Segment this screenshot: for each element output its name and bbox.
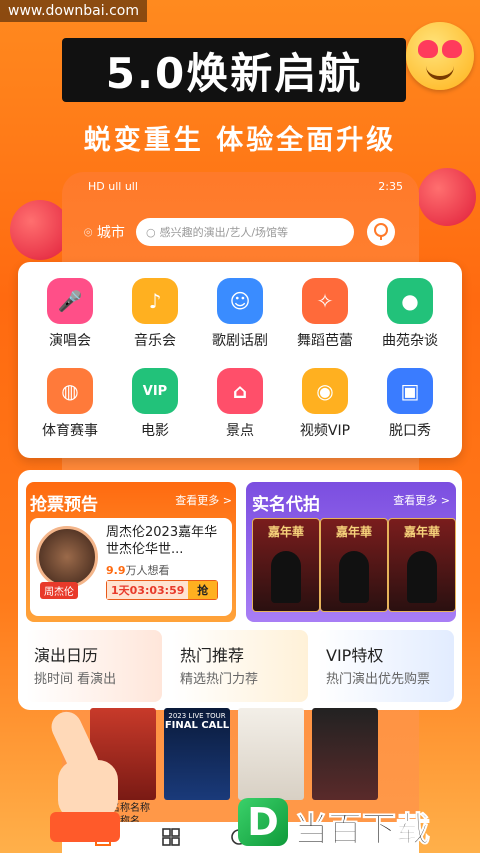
ticket-preview-more-link[interactable]: 查看更多 >: [175, 492, 232, 508]
category-concert[interactable]: 🎤 演唱会: [30, 278, 110, 350]
tile-subtitle: 热门演出优先购票: [326, 672, 431, 687]
show-poster[interactable]: 2023 LIVE TOUR FINAL CALL: [164, 708, 230, 800]
poster-title: 嘉年華: [403, 525, 440, 539]
tile-subtitle: 挑时间 看演出: [34, 672, 117, 687]
realname-heading: 实名代拍: [252, 495, 320, 515]
category-quyi[interactable]: ● 曲苑杂谈: [370, 278, 450, 350]
category-label: 脱口秀: [389, 423, 431, 439]
heart-icon: [10, 200, 70, 260]
countdown-timer: 1天03:03:59: [107, 581, 189, 599]
search-placeholder: 感兴趣的演出/艺人/场馆等: [159, 226, 289, 239]
tile-subtitle: 精选热门力荐: [180, 672, 259, 687]
show-poster-list: 2023 LIVE TOUR FINAL CALL: [90, 708, 390, 803]
basketball-icon: ◍: [47, 368, 93, 414]
landmark-icon: ⌂: [217, 368, 263, 414]
tile-show-calendar[interactable]: 演出日历 挑时间 看演出: [26, 630, 162, 702]
want-count-number: 9.9: [106, 564, 126, 577]
map-location-button[interactable]: [367, 218, 395, 246]
category-label: 曲苑杂谈: [382, 333, 438, 349]
film-reel-icon: ◉: [302, 368, 348, 414]
poster-subtitle: 2023 LIVE TOUR: [168, 712, 226, 720]
ticket-item[interactable]: 周杰伦 周杰伦2023嘉年华世杰伦华世... 9.9万人想看 1天03:03:5…: [30, 518, 232, 616]
category-attractions[interactable]: ⌂ 景点: [200, 368, 280, 440]
realname-poster[interactable]: 嘉年華: [252, 518, 320, 612]
theater-mask-icon: ☺: [217, 278, 263, 324]
category-talk-show[interactable]: ▣ 脱口秀: [370, 368, 450, 440]
tile-hot-recommend[interactable]: 热门推荐 精选热门力荐: [172, 630, 308, 702]
realname-more-link[interactable]: 查看更多 >: [393, 492, 450, 508]
vip-crown-icon: VIP: [132, 368, 178, 414]
signal-indicator: HD ull ull: [88, 180, 138, 193]
search-icon: ○: [146, 225, 156, 239]
category-label: 体育赛事: [42, 423, 98, 439]
category-music[interactable]: ♪ 音乐会: [115, 278, 195, 350]
downbai-d-icon: D: [238, 798, 288, 846]
tv-icon: ▣: [387, 368, 433, 414]
thumbs-up-hand-icon: [40, 700, 130, 842]
poster-title: FINAL CALL: [164, 720, 230, 731]
category-label: 演唱会: [49, 333, 91, 349]
tile-vip-privilege[interactable]: VIP特权 热门演出优先购票: [318, 630, 454, 702]
heart-eyes-emoji-icon: [406, 22, 474, 90]
microphone-icon: 🎤: [47, 278, 93, 324]
category-label: 电影: [141, 423, 169, 439]
piano-icon: ♪: [132, 278, 178, 324]
promo-title: 5.0焕新启航: [62, 38, 406, 102]
ballet-icon: ✧: [302, 278, 348, 324]
category-label: 景点: [226, 423, 254, 439]
tile-title: 演出日历: [34, 646, 99, 665]
show-poster[interactable]: [238, 708, 304, 800]
search-input[interactable]: ○ 感兴趣的演出/艺人/场馆等: [136, 218, 354, 246]
category-movie[interactable]: VIP 电影: [115, 368, 195, 440]
status-bar: HD ull ull 2:35: [62, 180, 419, 198]
feature-tiles: 演出日历 挑时间 看演出 热门推荐 精选热门力荐 VIP特权 热门演出优先购票: [26, 630, 456, 702]
downbai-logo-text: 当百下载: [294, 810, 431, 851]
category-label: 舞蹈芭蕾: [297, 333, 353, 349]
poster-title: 嘉年華: [335, 525, 372, 539]
ticket-title: 周杰伦2023嘉年华世杰伦华世...: [106, 525, 218, 557]
realname-proxy-card[interactable]: 实名代拍 查看更多 > 嘉年華 嘉年華 嘉年華: [246, 482, 456, 622]
map-pin-icon: [374, 223, 388, 240]
avatar: [36, 526, 98, 588]
status-time: 2:35: [378, 180, 403, 193]
site-watermark: www.downbai.com: [0, 0, 147, 22]
poster-title: 嘉年華: [267, 525, 304, 539]
show-poster[interactable]: [312, 708, 378, 800]
category-dance[interactable]: ✧ 舞蹈芭蕾: [285, 278, 365, 350]
want-count: 9.9万人想看: [106, 562, 170, 578]
want-count-suffix: 万人想看: [125, 564, 170, 577]
heart-icon: [418, 168, 476, 226]
artist-tag: 周杰伦: [40, 582, 78, 599]
category-opera-drama[interactable]: ☺ 歌剧话剧: [200, 278, 280, 350]
city-selector[interactable]: ⌾ 城市: [84, 222, 125, 242]
category-label: 歌剧话剧: [212, 333, 268, 349]
realname-poster[interactable]: 嘉年華: [388, 518, 456, 612]
category-tab-icon[interactable]: [162, 828, 180, 846]
downbai-logo: D 当百下载: [238, 798, 474, 851]
category-video-vip[interactable]: ◉ 视频VIP: [285, 368, 365, 440]
grab-button[interactable]: 抢: [188, 581, 217, 599]
promo-subtitle: 蜕变重生 体验全面升级: [83, 125, 397, 156]
category-label: 视频VIP: [299, 423, 351, 439]
category-sports[interactable]: ◍ 体育赛事: [30, 368, 110, 440]
ticket-preview-card[interactable]: 抢票预告 查看更多 > 周杰伦 周杰伦2023嘉年华世杰伦华世... 9.9万人…: [26, 482, 236, 622]
tile-title: VIP特权: [326, 646, 384, 665]
countdown: 1天03:03:59 抢: [106, 580, 218, 600]
tile-title: 热门推荐: [180, 646, 245, 665]
ticket-preview-heading: 抢票预告: [30, 495, 98, 515]
category-grid: 🎤 演唱会 ♪ 音乐会 ☺ 歌剧话剧 ✧ 舞蹈芭蕾 ● 曲苑杂谈 ◍ 体育赛事 …: [18, 262, 462, 458]
realname-poster[interactable]: 嘉年華: [320, 518, 388, 612]
featured-section: 抢票预告 查看更多 > 周杰伦 周杰伦2023嘉年华世杰伦华世... 9.9万人…: [18, 470, 462, 710]
location-pin-icon: ⌾: [84, 225, 97, 241]
city-label: 城市: [96, 225, 125, 241]
category-label: 音乐会: [134, 333, 176, 349]
pipa-icon: ●: [387, 278, 433, 324]
